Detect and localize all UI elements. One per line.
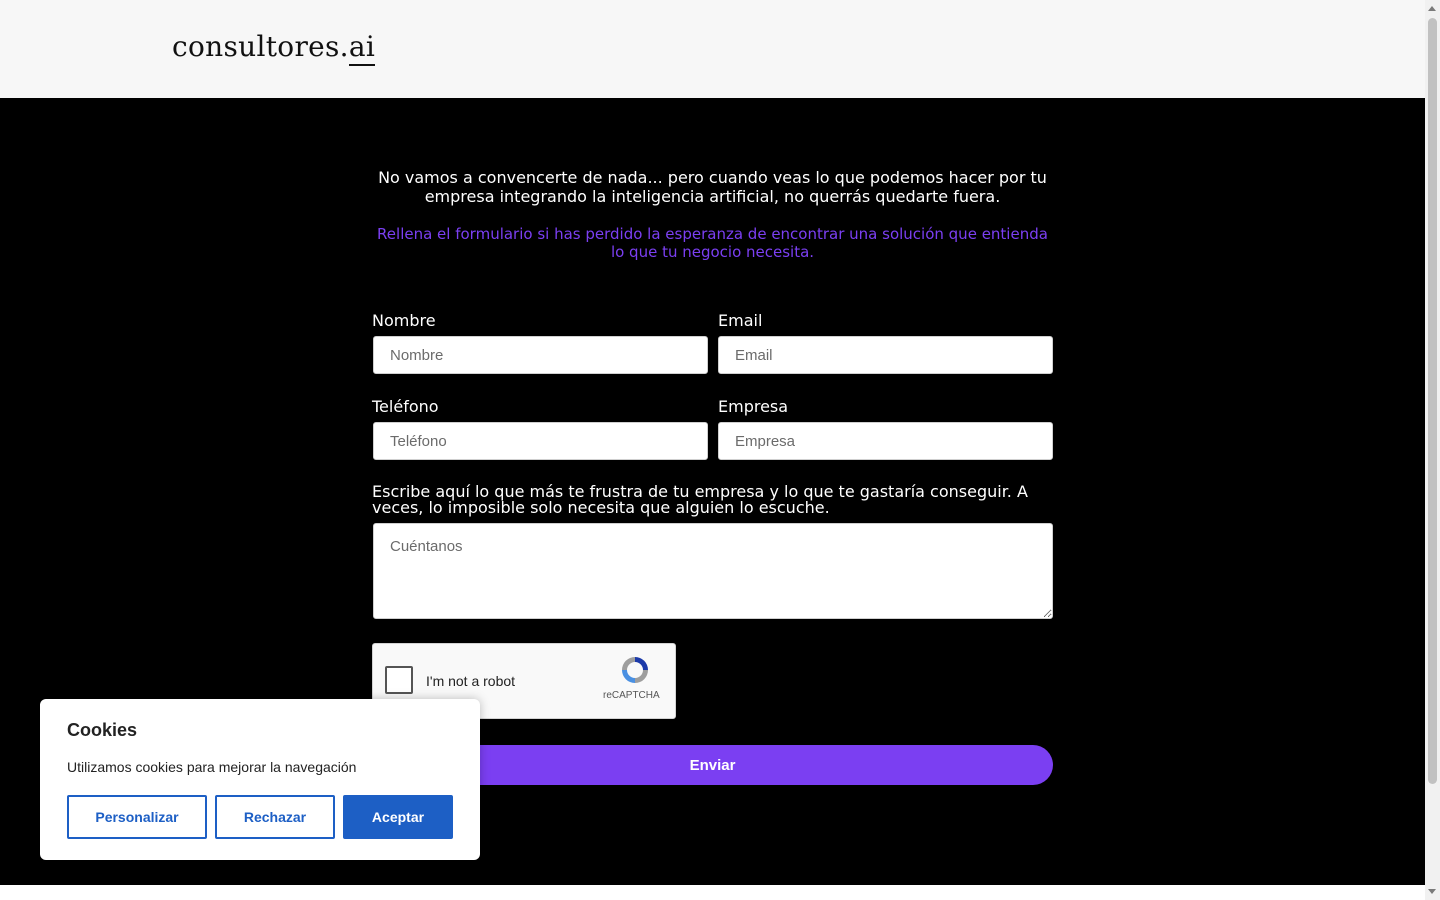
intro-subtext: Rellena el formulario si has perdido la …	[377, 225, 1048, 261]
recaptcha-brand: reCAPTCHA	[603, 690, 660, 701]
scroll-down-icon[interactable]	[1428, 889, 1436, 894]
telefono-label: Teléfono	[372, 397, 439, 416]
site-header: consultores.ai	[0, 0, 1425, 98]
intro-text: No vamos a convencerte de nada... pero c…	[378, 168, 1047, 206]
empresa-input[interactable]	[718, 422, 1053, 460]
cookie-text: Utilizamos cookies para mejorar la naveg…	[67, 759, 357, 775]
cookie-banner: Cookies Utilizamos cookies para mejorar …	[40, 699, 480, 860]
recaptcha-checkbox[interactable]	[385, 666, 413, 694]
email-label: Email	[718, 311, 763, 330]
logo-suffix: ai	[348, 30, 376, 66]
recaptcha-icon	[622, 657, 648, 683]
telefono-input[interactable]	[373, 422, 708, 460]
cookie-title: Cookies	[67, 720, 138, 740]
site-logo[interactable]: consultores.ai	[172, 30, 376, 66]
cookie-customize-button[interactable]: Personalizar	[67, 795, 207, 839]
scroll-thumb[interactable]	[1428, 18, 1437, 784]
scroll-up-icon[interactable]	[1428, 6, 1436, 11]
mensaje-textarea[interactable]	[373, 523, 1053, 619]
recaptcha-label: I'm not a robot	[426, 673, 516, 689]
footer-strip	[0, 885, 1425, 900]
empresa-label: Empresa	[718, 397, 789, 416]
mensaje-label: Escribe aquí lo que más te frustra de tu…	[372, 482, 1028, 517]
nombre-input[interactable]	[373, 336, 708, 374]
email-input[interactable]	[718, 336, 1053, 374]
cookie-reject-button[interactable]: Rechazar	[215, 795, 335, 839]
logo-text: consultores.	[172, 30, 349, 63]
nombre-label: Nombre	[372, 311, 436, 330]
cookie-accept-button[interactable]: Aceptar	[343, 795, 453, 839]
